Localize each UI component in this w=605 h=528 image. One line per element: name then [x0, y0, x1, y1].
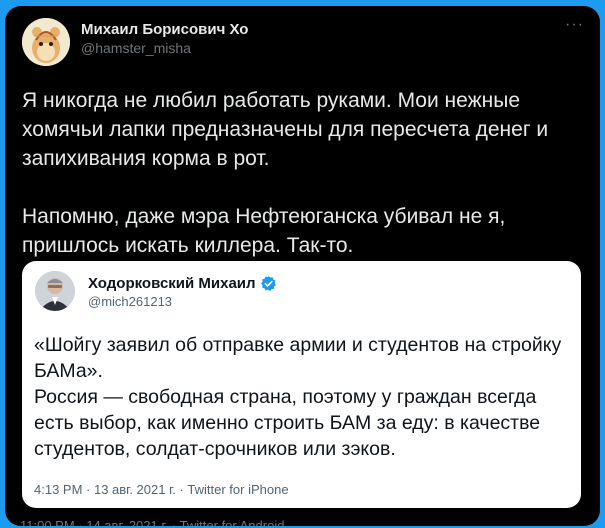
- verified-badge-icon: [260, 275, 277, 292]
- quoted-tweet[interactable]: Ходорковский Михаил @mich261213 «Шойгу з…: [22, 261, 581, 508]
- quoted-paragraph: Россия — свободная страна, поэтому у гра…: [34, 386, 541, 460]
- hamster-avatar-image: [22, 18, 70, 66]
- author-handle[interactable]: @hamster_misha: [81, 40, 191, 56]
- quoted-paragraph: «Шойгу заявил об отправке армии и студен…: [34, 334, 562, 382]
- quoted-author-handle[interactable]: @mich261213: [88, 294, 172, 309]
- author-name[interactable]: Михаил Борисович Хо: [81, 21, 248, 38]
- more-options-icon[interactable]: ···: [565, 16, 584, 34]
- tweet-text: Я никогда не любил работать руками. Мои …: [22, 86, 587, 260]
- author-avatar[interactable]: [22, 18, 70, 66]
- quoted-author-avatar[interactable]: [35, 271, 75, 311]
- tweet-paragraph: Напомню, даже мэра Нефтеюганска убивал н…: [22, 205, 506, 257]
- tweet-meta[interactable]: 11:00 PM · 14 авг. 2021 г. · Twitter for…: [20, 518, 284, 526]
- tweet-paragraph: Я никогда не любил работать руками. Мои …: [22, 89, 549, 170]
- person-avatar-image: [35, 271, 75, 311]
- tweet-card: Михаил Борисович Хо @hamster_misha ··· Я…: [5, 6, 600, 526]
- quoted-tweet-meta[interactable]: 4:13 PM · 13 авг. 2021 г. · Twitter for …: [34, 482, 289, 497]
- quoted-author-name-row[interactable]: Ходорковский Михаил: [88, 275, 277, 292]
- quoted-author-name: Ходорковский Михаил: [88, 275, 256, 292]
- quoted-tweet-text: «Шойгу заявил об отправке армии и студен…: [34, 332, 574, 462]
